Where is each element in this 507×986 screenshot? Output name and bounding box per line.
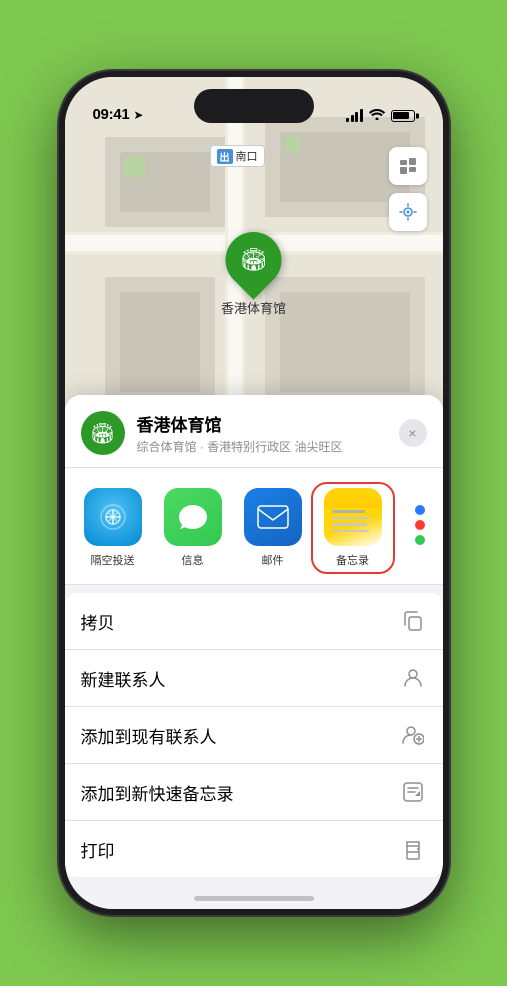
quick-note-action[interactable]: 添加到新快速备忘录	[65, 764, 443, 821]
map-type-button[interactable]	[389, 147, 427, 185]
venue-info: 香港体育馆 综合体育馆 · 香港特别行政区 油尖旺区	[137, 411, 399, 455]
more-apps-item[interactable]	[397, 496, 443, 560]
print-icon	[399, 835, 427, 863]
mail-label: 邮件	[262, 552, 284, 568]
status-time: 09:41	[93, 106, 130, 123]
messages-label: 信息	[182, 552, 204, 568]
add-existing-contact-label: 添加到现有联系人	[81, 723, 217, 748]
bottom-sheet: 🏟 香港体育馆 综合体育馆 · 香港特别行政区 油尖旺区 ×	[65, 395, 443, 909]
person-icon	[399, 664, 427, 692]
wifi-icon	[369, 108, 385, 123]
copy-icon	[399, 607, 427, 635]
copy-action[interactable]: 拷贝	[65, 593, 443, 650]
copy-label: 拷贝	[81, 609, 115, 634]
person-add-icon	[399, 721, 427, 749]
dynamic-island	[194, 89, 314, 123]
signal-bars	[346, 109, 363, 122]
notes-icon	[324, 488, 382, 546]
mail-icon	[244, 488, 302, 546]
action-list: 拷贝 新建联系人	[65, 593, 443, 877]
print-action[interactable]: 打印	[65, 821, 443, 877]
battery-icon	[391, 110, 415, 122]
notes-label: 备忘录	[336, 552, 369, 568]
more-apps-area	[397, 496, 443, 554]
airdrop-app-item[interactable]: 隔空投送	[73, 488, 153, 568]
location-pin[interactable]: 🏟 香港体育馆	[221, 232, 286, 317]
phone-frame: 09:41 ➤	[59, 71, 449, 915]
pin-label: 香港体育馆	[221, 298, 286, 317]
map-controls	[389, 147, 427, 239]
phone-screen: 09:41 ➤	[65, 77, 443, 909]
airdrop-label: 隔空投送	[91, 552, 135, 568]
map-exit-label: 出 南口	[210, 145, 265, 167]
location-icon: ➤	[133, 108, 143, 122]
venue-subtitle: 综合体育馆 · 香港特别行政区 油尖旺区	[137, 438, 399, 455]
print-label: 打印	[81, 837, 115, 862]
notes-app-item[interactable]: 备忘录	[313, 484, 393, 572]
close-button[interactable]: ×	[399, 419, 427, 447]
messages-app-item[interactable]: 信息	[153, 488, 233, 568]
add-existing-contact-action[interactable]: 添加到现有联系人	[65, 707, 443, 764]
location-button[interactable]	[389, 193, 427, 231]
messages-icon	[164, 488, 222, 546]
status-icons	[346, 108, 415, 123]
venue-name: 香港体育馆	[137, 411, 399, 436]
sheet-header: 🏟 香港体育馆 综合体育馆 · 香港特别行政区 油尖旺区 ×	[65, 395, 443, 468]
venue-icon: 🏟	[81, 411, 125, 455]
pin-circle: 🏟	[214, 220, 293, 299]
new-contact-action[interactable]: 新建联系人	[65, 650, 443, 707]
airdrop-icon	[84, 488, 142, 546]
quick-note-label: 添加到新快速备忘录	[81, 780, 234, 805]
new-contact-label: 新建联系人	[81, 666, 166, 691]
home-indicator	[194, 896, 314, 901]
share-apps-row: 隔空投送 信息	[65, 468, 443, 585]
mail-app-item[interactable]: 邮件	[233, 488, 313, 568]
pin-inner: 🏟	[240, 247, 268, 273]
note-icon	[399, 778, 427, 806]
